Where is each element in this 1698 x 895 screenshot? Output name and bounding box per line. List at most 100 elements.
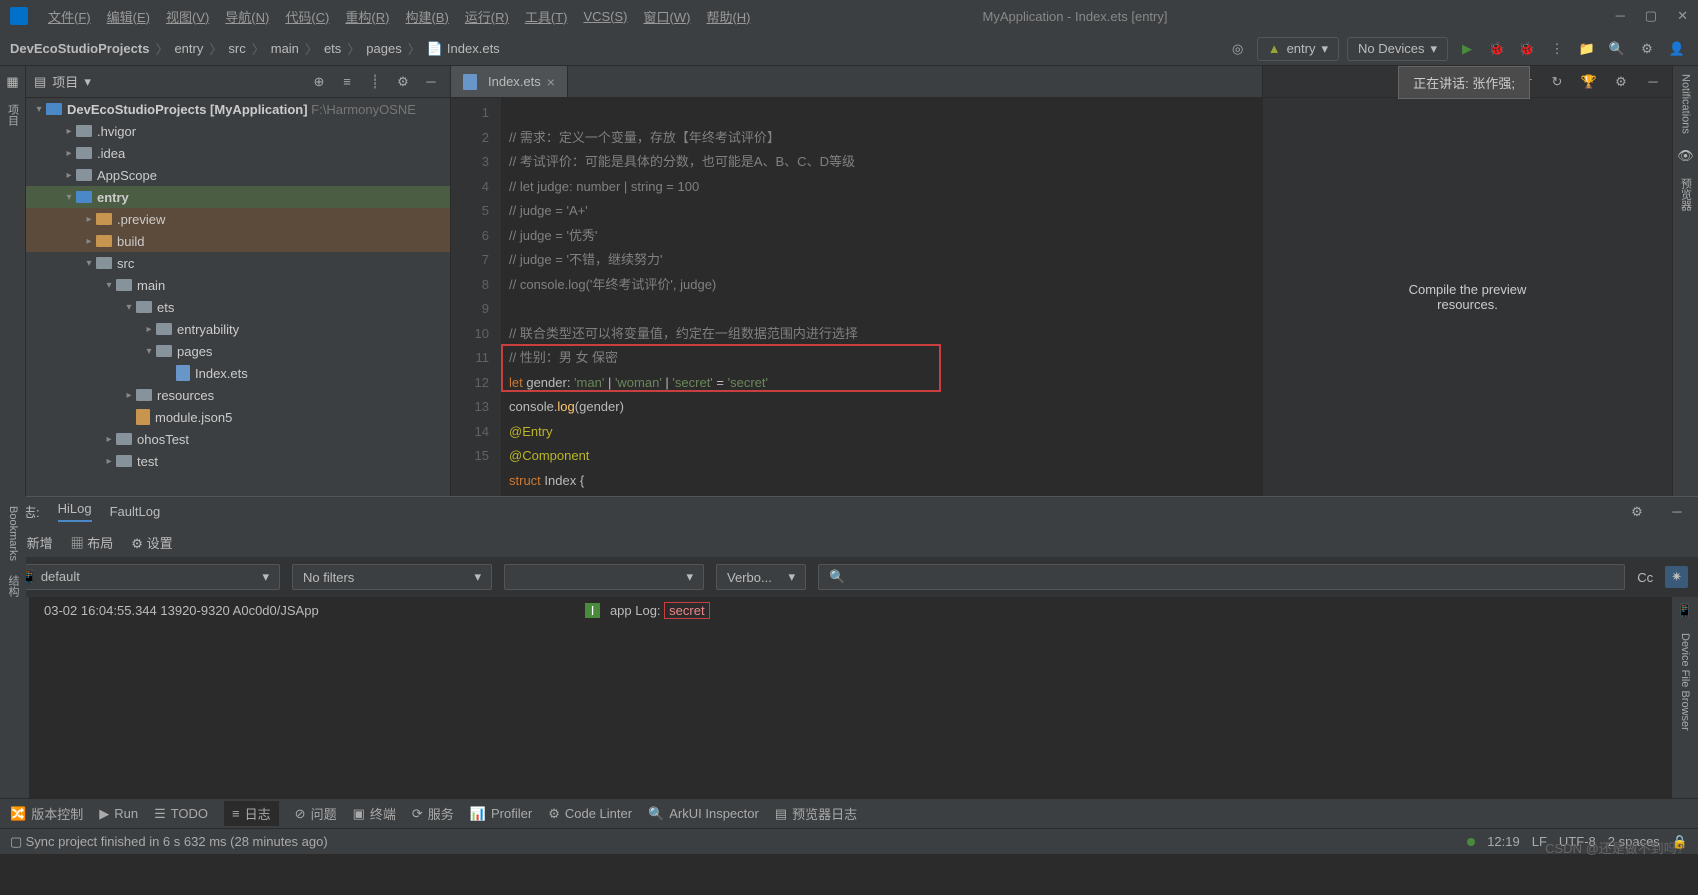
code-editor[interactable]: 123456789101112131415 // 需求：定义一个变量，存放【年终…	[451, 98, 1262, 496]
run-icon[interactable]: ▶	[1456, 38, 1478, 60]
expand-icon[interactable]: ≡	[336, 71, 358, 93]
settings-icon[interactable]: ⚙	[1636, 38, 1658, 60]
menu-edit[interactable]: 编辑(E)	[101, 5, 156, 28]
tree-entryability[interactable]: entryability	[177, 322, 239, 337]
menu-vcs[interactable]: VCS(S)	[577, 7, 633, 26]
sidebar-bookmarks[interactable]: Bookmarks	[7, 506, 19, 561]
hide-icon[interactable]: ─	[420, 71, 442, 93]
vcs-button[interactable]: 🔀 版本控制	[10, 804, 83, 823]
minimize-icon[interactable]: ─	[1616, 8, 1625, 24]
eye-icon[interactable]: 👁	[1677, 148, 1694, 164]
menu-run[interactable]: 运行(R)	[459, 5, 515, 28]
caret-position[interactable]: 12:19	[1487, 834, 1520, 849]
log-tab-faultlog[interactable]: FaultLog	[110, 504, 161, 519]
level-filter[interactable]: Verbo...▾	[716, 564, 806, 590]
tree-module[interactable]: module.json5	[155, 410, 232, 425]
tree-ets[interactable]: ets	[157, 300, 174, 315]
todo-button[interactable]: ☰ TODO	[154, 806, 208, 822]
close-icon[interactable]: ✕	[1677, 8, 1688, 24]
tree-entry[interactable]: entry	[97, 190, 129, 205]
tree-root[interactable]: DevEcoStudioProjects [MyApplication]	[67, 102, 308, 117]
device-selector[interactable]: No Devices▾	[1347, 37, 1448, 61]
collapse-icon[interactable]: ⊕	[308, 71, 330, 93]
tree-hvigor[interactable]: .hvigor	[97, 124, 136, 139]
more-icon[interactable]: ⋮	[1546, 38, 1568, 60]
log-settings[interactable]: ⚙ 设置	[131, 533, 172, 552]
inspector-button[interactable]: 🔍 ArkUI Inspector	[648, 806, 759, 822]
refresh-icon[interactable]: ↻	[1546, 71, 1568, 93]
process-filter[interactable]: No filters▾	[292, 564, 492, 590]
menu-help[interactable]: 帮助(H)	[700, 5, 756, 28]
menu-file[interactable]: 文件(F)	[42, 5, 97, 28]
crumb-file[interactable]: Index.ets	[447, 41, 500, 56]
menu-build[interactable]: 构建(B)	[399, 5, 454, 28]
linter-button[interactable]: ⚙ Code Linter	[548, 806, 632, 822]
tree-ohostest[interactable]: ohosTest	[137, 432, 189, 447]
log-gear-icon[interactable]: ⚙	[1626, 501, 1648, 523]
tree-src[interactable]: src	[117, 256, 134, 271]
tree-preview[interactable]: .preview	[117, 212, 165, 227]
tab-close-icon[interactable]: ×	[547, 74, 555, 90]
menu-code[interactable]: 代码(C)	[279, 5, 335, 28]
previewlog-button[interactable]: ▤ 预览器日志	[775, 804, 857, 823]
search-filter[interactable]: 🔍	[818, 564, 1625, 590]
crumb-pages[interactable]: pages	[366, 41, 401, 56]
crumb-main[interactable]: main	[271, 41, 299, 56]
sidebar-previewer[interactable]: 预览器	[1678, 178, 1694, 211]
profiler-button[interactable]: 📊 Profiler	[470, 806, 532, 822]
dropdown-icon[interactable]: ▾	[84, 74, 91, 90]
terminal-button[interactable]: ▣ 终端	[353, 804, 396, 823]
problems-button[interactable]: ⊘ 问题	[295, 804, 337, 823]
debug-icon[interactable]: 🐞	[1486, 38, 1508, 60]
menu-tools[interactable]: 工具(T)	[519, 5, 574, 28]
tree-appscope[interactable]: AppScope	[97, 168, 157, 183]
log-hide-icon[interactable]: ─	[1666, 501, 1688, 523]
gear-icon[interactable]: ⚙	[1610, 71, 1632, 93]
target-icon[interactable]: ◎	[1227, 38, 1249, 60]
coverage-icon[interactable]: 🐞	[1516, 38, 1538, 60]
log-layout[interactable]: ▦ 布局	[71, 533, 114, 552]
tree-main[interactable]: main	[137, 278, 165, 293]
crumb-src[interactable]: src	[228, 41, 245, 56]
tree-build[interactable]: build	[117, 234, 144, 249]
trophy-icon[interactable]: 🏆	[1578, 71, 1600, 93]
package-filter[interactable]: ▾	[504, 564, 704, 590]
device-filter[interactable]: 📱 default▾	[10, 564, 280, 590]
tree-resources[interactable]: resources	[157, 388, 214, 403]
crumb-ets[interactable]: ets	[324, 41, 341, 56]
crumb-root[interactable]: DevEcoStudioProjects	[10, 41, 149, 56]
grid-icon[interactable]: ▦	[6, 74, 18, 90]
tree-pages[interactable]: pages	[177, 344, 212, 359]
sidebar-notifications[interactable]: Notifications	[1680, 74, 1692, 134]
menu-view[interactable]: 视图(V)	[160, 5, 215, 28]
sidebar-structure[interactable]: 结构	[5, 575, 21, 597]
services-button[interactable]: ⟳ 服务	[412, 804, 454, 823]
device-file-icon[interactable]: 📱	[1677, 603, 1693, 619]
project-tree[interactable]: ▾DevEcoStudioProjects [MyApplication] F:…	[26, 98, 450, 496]
tree-indexets[interactable]: Index.ets	[195, 366, 248, 381]
run-button[interactable]: ▶ Run	[99, 806, 138, 822]
log-button[interactable]: ≡ 日志	[224, 801, 279, 826]
minimize-panel-icon[interactable]: ─	[1642, 71, 1664, 93]
search-icon[interactable]: 🔍	[1606, 38, 1628, 60]
regex-icon[interactable]: ✷	[1665, 566, 1688, 588]
gear-icon[interactable]: ⚙	[392, 71, 414, 93]
divider-icon[interactable]: ┊	[364, 71, 386, 93]
menu-window[interactable]: 窗口(W)	[638, 5, 697, 28]
menu-nav[interactable]: 导航(N)	[219, 5, 275, 28]
code-content[interactable]: // 需求：定义一个变量，存放【年终考试评价】 // 考试评价：可能是具体的分数…	[501, 98, 1262, 496]
tab-index[interactable]: Index.ets×	[451, 66, 568, 97]
module-selector[interactable]: ▲entry▾	[1257, 37, 1339, 61]
sidebar-devicefile[interactable]: Device File Browser	[1679, 633, 1691, 731]
tree-idea[interactable]: .idea	[97, 146, 125, 161]
avatar-icon[interactable]: 👤	[1666, 38, 1688, 60]
sidebar-project[interactable]: 项目	[5, 104, 21, 126]
log-output[interactable]: 03-02 16:04:55.344 13920-9320 A0c0d0/JSA…	[30, 597, 1672, 798]
menu-refactor[interactable]: 重构(R)	[339, 5, 395, 28]
tree-test[interactable]: test	[137, 454, 158, 469]
folder-icon[interactable]: 📁	[1576, 38, 1598, 60]
log-cc[interactable]: Cc	[1637, 570, 1653, 585]
log-tab-hilog[interactable]: HiLog	[58, 501, 92, 522]
maximize-icon[interactable]: ▢	[1645, 8, 1657, 24]
crumb-entry[interactable]: entry	[174, 41, 203, 56]
